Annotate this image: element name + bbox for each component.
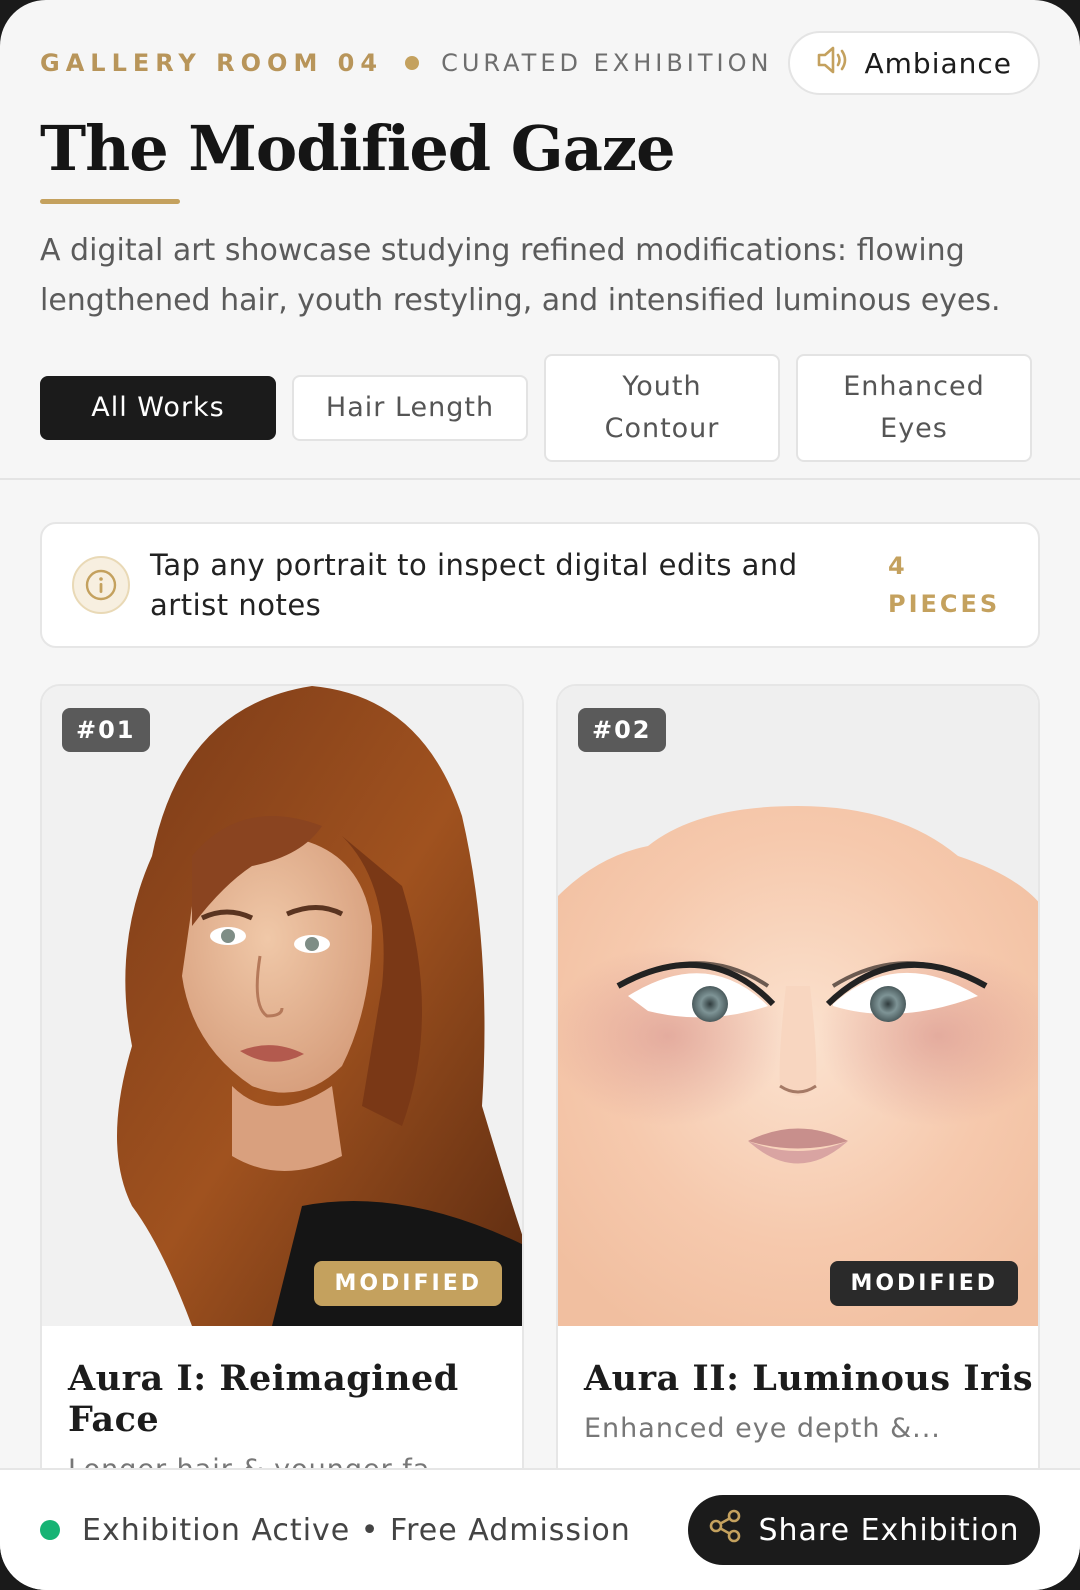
footer-bar: Exhibition Active • Free Admission Share… (0, 1468, 1080, 1590)
filter-hair-length[interactable]: Hair Length (292, 375, 528, 441)
artwork-card-01[interactable]: #01 MODIFIED Aura I: Reimagined Face Lon… (40, 684, 524, 1524)
artwork-image-portrait[interactable]: #01 MODIFIED (42, 686, 522, 1326)
eyebrow: GALLERY ROOM 04 CURATED EXHIBITION (40, 49, 772, 77)
modified-badge: MODIFIED (830, 1261, 1018, 1306)
artwork-card-02[interactable]: #02 MODIFIED Aura II: Luminous Iris Enha… (556, 684, 1040, 1524)
filter-enhanced-eyes[interactable]: Enhanced Eyes (796, 354, 1032, 462)
pieces-label: PIECES (888, 590, 1001, 618)
artwork-title: Aura II: Luminous Iris (584, 1358, 1034, 1399)
artwork-grid: #01 MODIFIED Aura I: Reimagined Face Lon… (40, 684, 1040, 1524)
ambiance-button[interactable]: Ambiance (788, 31, 1040, 95)
artwork-title: Aura I: Reimagined Face (68, 1358, 459, 1440)
face-render-illustration (558, 686, 1038, 1326)
artwork-number-badge: #01 (62, 708, 150, 752)
hint-text: Tap any portrait to inspect digital edit… (150, 548, 798, 622)
page-title: The Modified Gaze (40, 112, 676, 185)
exhibition-header: GALLERY ROOM 04 CURATED EXHIBITION Ambia… (0, 0, 1080, 480)
modified-badge: MODIFIED (314, 1261, 502, 1306)
speaker-icon (816, 45, 850, 82)
separator-dot (405, 56, 420, 70)
filter-youth-contour[interactable]: Youth Contour (544, 354, 780, 462)
status-dot-icon (40, 1520, 60, 1540)
artwork-subtitle: Enhanced eye depth &... (584, 1413, 941, 1444)
top-line: GALLERY ROOM 04 CURATED EXHIBITION Ambia… (40, 30, 1040, 96)
pieces-number: 4 (888, 552, 908, 580)
pieces-count: 4 PIECES (888, 547, 1000, 623)
title-underline (40, 199, 180, 204)
room-label: GALLERY ROOM 04 (40, 49, 384, 77)
filter-all-works[interactable]: All Works (40, 376, 276, 440)
portrait-illustration (42, 686, 522, 1326)
artwork-image-face-render[interactable]: #02 MODIFIED (558, 686, 1038, 1326)
exhibition-status: Exhibition Active • Free Admission (82, 1512, 631, 1548)
page-description: A digital art showcase studying refined … (40, 233, 1001, 318)
share-icon (708, 1509, 742, 1551)
filter-bar: All Works Hair Length Youth Contour Enha… (40, 354, 1040, 462)
share-exhibition-button[interactable]: Share Exhibition (688, 1495, 1040, 1565)
artwork-number-badge: #02 (578, 708, 666, 752)
curated-label: CURATED EXHIBITION (441, 49, 773, 77)
info-icon (72, 556, 130, 614)
share-label: Share Exhibition (758, 1512, 1020, 1548)
ambiance-label: Ambiance (864, 46, 1012, 80)
tap-hint-banner: Tap any portrait to inspect digital edit… (40, 522, 1040, 648)
app-screen: GALLERY ROOM 04 CURATED EXHIBITION Ambia… (0, 0, 1080, 1590)
